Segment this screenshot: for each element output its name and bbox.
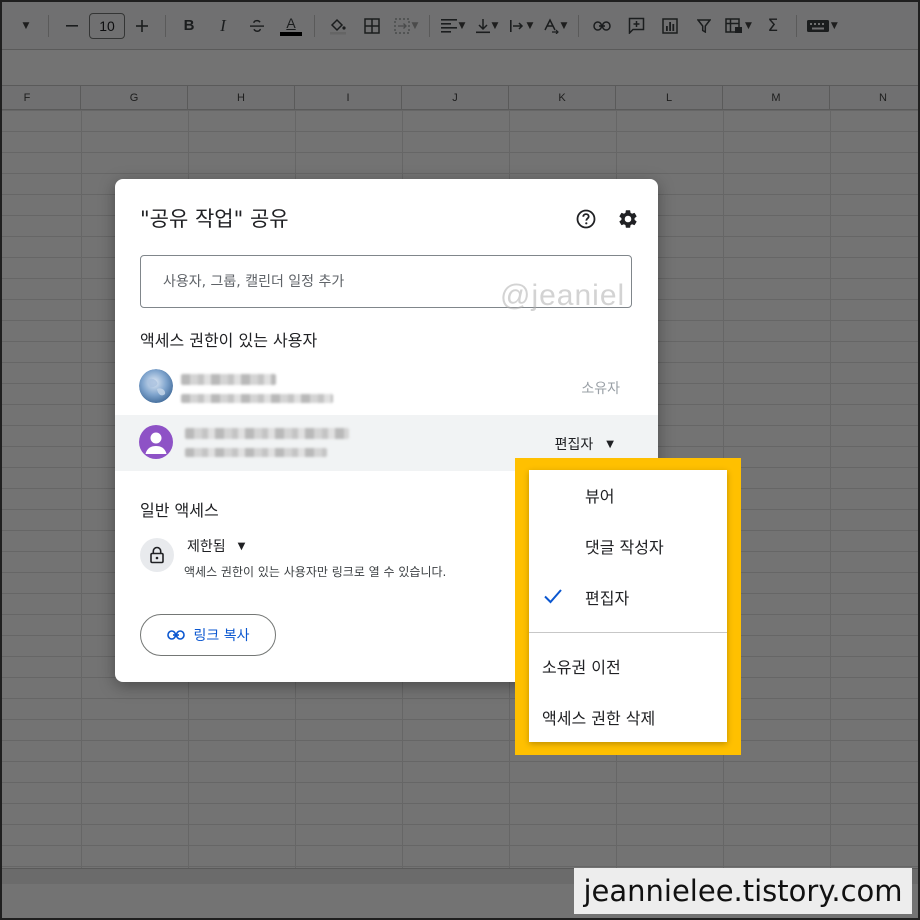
checkmark-icon	[544, 589, 562, 604]
chevron-down-icon: ▼	[237, 540, 246, 552]
avatar	[139, 369, 173, 403]
general-access-value: 제한됨	[187, 539, 226, 555]
role-option-label: 뷰어	[585, 487, 615, 506]
help-circle-icon	[576, 209, 596, 229]
menu-action-label: 액세스 권한 삭제	[542, 709, 656, 728]
blog-watermark: jeannielee.tistory.com	[574, 868, 912, 914]
general-access-heading: 일반 액세스	[140, 501, 219, 520]
redacted-email	[185, 448, 327, 457]
role-dropdown[interactable]: 편집자 ▼	[555, 434, 614, 454]
redacted-name	[181, 374, 276, 385]
dialog-title: "공유 작업" 공유	[140, 207, 289, 231]
lock-icon	[150, 546, 164, 564]
copy-link-button[interactable]: 링크 복사	[140, 614, 276, 656]
role-menu: 뷰어 댓글 작성자 편집자 소유권 이전 액세스 권한 삭제	[529, 470, 727, 742]
copy-link-label: 링크 복사	[193, 628, 250, 644]
role-option-editor[interactable]: 편집자	[529, 572, 727, 622]
remove-access-option[interactable]: 액세스 권한 삭제	[529, 692, 727, 742]
redacted-email	[181, 394, 333, 403]
author-watermark: @jeaniel	[500, 279, 626, 312]
user-icon	[145, 432, 167, 454]
link-icon	[166, 630, 185, 640]
general-access-description: 액세스 권한이 있는 사용자만 링크로 열 수 있습니다.	[184, 565, 447, 579]
settings-button[interactable]	[616, 207, 640, 231]
person-row-owner: 소유자	[115, 359, 658, 415]
role-option-label: 댓글 작성자	[585, 538, 664, 557]
role-label-owner: 소유자	[581, 381, 620, 397]
menu-action-label: 소유권 이전	[542, 658, 621, 677]
role-dropdown-label: 편집자	[554, 437, 594, 453]
role-option-label: 편집자	[585, 589, 630, 608]
gear-icon	[619, 210, 637, 228]
general-access-select[interactable]: 제한됨 ▼	[187, 536, 245, 556]
help-button[interactable]	[574, 207, 598, 231]
transfer-ownership-option[interactable]: 소유권 이전	[529, 641, 727, 691]
menu-divider	[529, 632, 727, 633]
redacted-name	[185, 428, 349, 439]
people-with-access-heading: 액세스 권한이 있는 사용자	[140, 331, 318, 350]
role-option-viewer[interactable]: 뷰어	[529, 470, 727, 520]
spreadsheet-app: ▼ 10 B I A ▼ ▼	[0, 0, 920, 920]
role-option-commenter[interactable]: 댓글 작성자	[529, 521, 727, 571]
avatar	[139, 425, 173, 459]
chevron-down-icon: ▼	[606, 438, 614, 450]
lock-badge	[140, 538, 174, 572]
